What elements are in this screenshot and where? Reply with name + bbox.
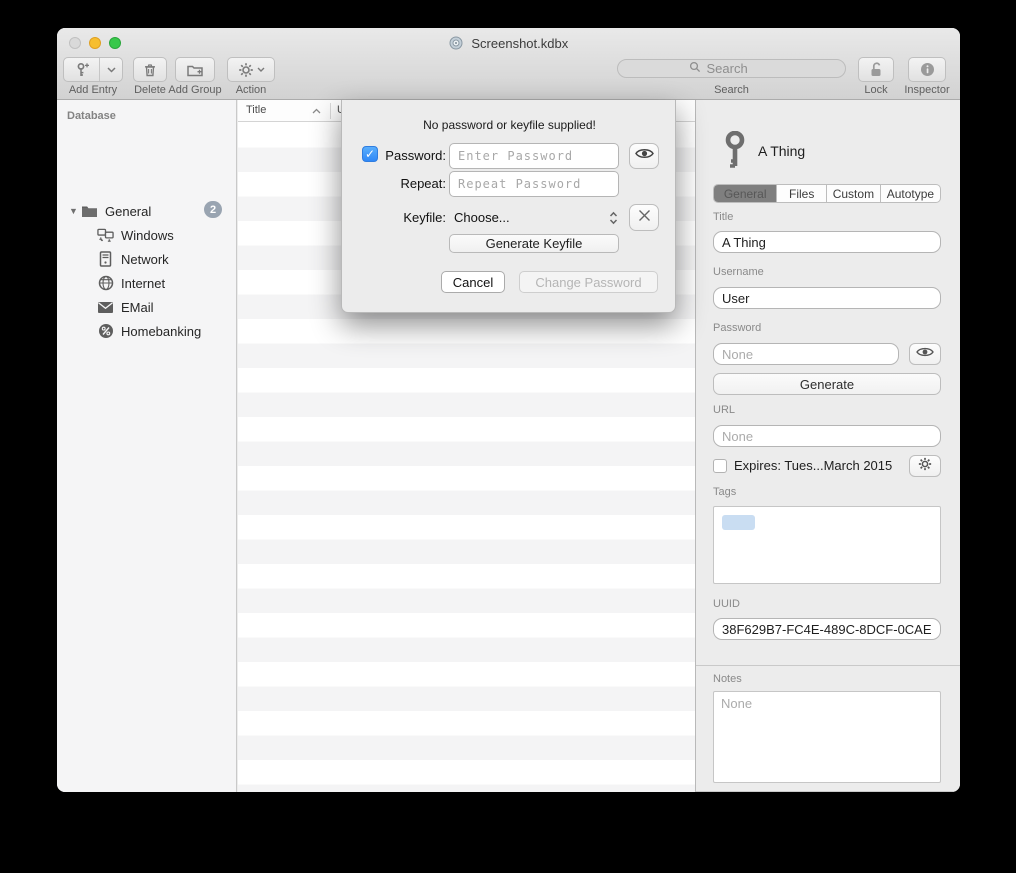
sidebar-item-network[interactable]: Network <box>57 247 237 271</box>
search-input[interactable] <box>705 60 775 77</box>
add-group-label: Add Group <box>164 84 226 96</box>
password-label: Password: <box>342 148 446 163</box>
change-password-button[interactable]: Change Password <box>519 271 658 293</box>
sidebar-item-label: EMail <box>121 300 154 315</box>
password-field-label: Password <box>713 322 761 334</box>
add-entry-label: Add Entry <box>63 84 123 96</box>
tab-general[interactable]: General <box>714 185 777 202</box>
eye-icon <box>916 345 934 363</box>
username-field[interactable] <box>713 287 941 309</box>
tab-files[interactable]: Files <box>777 185 827 202</box>
action-button[interactable] <box>227 57 275 82</box>
reveal-password-button[interactable] <box>629 143 659 169</box>
keyfile-popup[interactable]: Choose... <box>454 210 510 225</box>
tab-custom[interactable]: Custom <box>827 185 881 202</box>
action-dropdown-arrow <box>257 67 265 72</box>
notes-textarea[interactable] <box>713 691 941 783</box>
generate-keyfile-button[interactable]: Generate Keyfile <box>449 234 619 253</box>
entry-title: A Thing <box>758 143 805 159</box>
username-field-label: Username <box>713 266 764 278</box>
add-entry-button[interactable] <box>63 57 123 82</box>
lock-button[interactable] <box>858 57 894 82</box>
expires-row: Expires: Tues...March 2015 <box>713 458 892 473</box>
document-proxy-icon <box>449 38 467 53</box>
repeat-password-input[interactable] <box>449 171 619 197</box>
info-icon <box>920 62 935 77</box>
uuid-field[interactable] <box>713 618 941 640</box>
tag-pill[interactable] <box>722 515 755 530</box>
cancel-button[interactable]: Cancel <box>441 271 505 293</box>
eye-icon <box>635 147 654 165</box>
inspector-tab-bar: General Files Custom Autotype <box>713 184 941 203</box>
url-field-label: URL <box>713 404 735 416</box>
window-title: Screenshot.kdbx <box>57 36 960 53</box>
gear-icon <box>918 457 932 476</box>
keyfile-label: Keyfile: <box>342 210 446 225</box>
tab-autotype[interactable]: Autotype <box>881 185 940 202</box>
add-group-button[interactable] <box>175 57 215 82</box>
sidebar-item-internet[interactable]: Internet <box>57 271 237 295</box>
padlock-open-icon <box>868 61 884 78</box>
search-label: Search <box>617 84 846 96</box>
column-divider <box>330 103 331 119</box>
lock-label: Lock <box>858 84 894 96</box>
repeat-label: Repeat: <box>342 176 446 191</box>
expires-checkbox[interactable] <box>713 459 727 473</box>
key-icon <box>723 131 747 176</box>
url-field[interactable] <box>713 425 941 447</box>
sidebar-item-label: Windows <box>121 228 174 243</box>
window-header: Screenshot.kdbx <box>57 28 960 100</box>
delete-button[interactable] <box>133 57 167 82</box>
expires-label: Expires: Tues...March 2015 <box>734 458 892 473</box>
change-password-sheet: No password or keyfile supplied! ✓ Passw… <box>341 100 676 313</box>
globe-icon <box>97 275 114 292</box>
envelope-icon <box>97 299 114 316</box>
title-field-label: Title <box>713 211 733 223</box>
sidebar-item-windows[interactable]: Windows <box>57 223 237 247</box>
sidebar-item-label: Homebanking <box>121 324 201 339</box>
sidebar-item-label: General <box>105 204 151 219</box>
workgroup-icon <box>97 227 114 244</box>
inspector-button[interactable] <box>908 57 946 82</box>
search-icon <box>689 60 701 78</box>
action-label: Action <box>227 84 275 96</box>
divider <box>696 665 960 666</box>
folder-plus-icon <box>186 62 204 78</box>
enter-password-input[interactable] <box>449 143 619 169</box>
tags-box[interactable] <box>713 506 941 584</box>
clear-keyfile-button[interactable] <box>629 204 659 231</box>
inspector-panel: A Thing General Files Custom Autotype Ti… <box>695 100 960 792</box>
sidebar-item-label: Internet <box>121 276 165 291</box>
percent-icon <box>97 323 114 340</box>
group-count-badge: 2 <box>204 201 222 218</box>
server-icon <box>97 251 114 268</box>
sort-ascending-icon <box>312 105 321 117</box>
sidebar: Database ▼ General 2 Windows Network <box>57 100 237 792</box>
add-entry-dropdown-arrow[interactable] <box>100 58 122 81</box>
sidebar-item-homebanking[interactable]: Homebanking <box>57 319 237 343</box>
sheet-message: No password or keyfile supplied! <box>342 118 677 132</box>
folder-icon <box>81 203 98 220</box>
screenshot-stage: Screenshot.kdbx <box>0 0 1016 873</box>
column-header-title[interactable]: Title <box>246 104 266 116</box>
reveal-password-button[interactable] <box>909 343 941 365</box>
disclosure-triangle-icon[interactable]: ▼ <box>69 206 81 216</box>
trash-icon <box>142 62 158 78</box>
sidebar-item-email[interactable]: EMail <box>57 295 237 319</box>
uuid-label: UUID <box>713 598 740 610</box>
inspector-label: Inspector <box>897 84 957 96</box>
title-field[interactable] <box>713 231 941 253</box>
expires-options-button[interactable] <box>909 455 941 477</box>
generate-password-button[interactable]: Generate <box>713 373 941 395</box>
sidebar-item-label: Network <box>121 252 169 267</box>
x-icon <box>638 209 651 227</box>
key-plus-icon[interactable] <box>64 58 100 81</box>
sidebar-section-header: Database <box>67 110 116 122</box>
gear-icon <box>238 62 254 78</box>
tags-label: Tags <box>713 486 736 498</box>
notes-label: Notes <box>713 673 742 685</box>
popup-stepper-icon[interactable] <box>608 210 618 226</box>
search-field[interactable] <box>617 59 846 78</box>
password-field[interactable] <box>713 343 899 365</box>
